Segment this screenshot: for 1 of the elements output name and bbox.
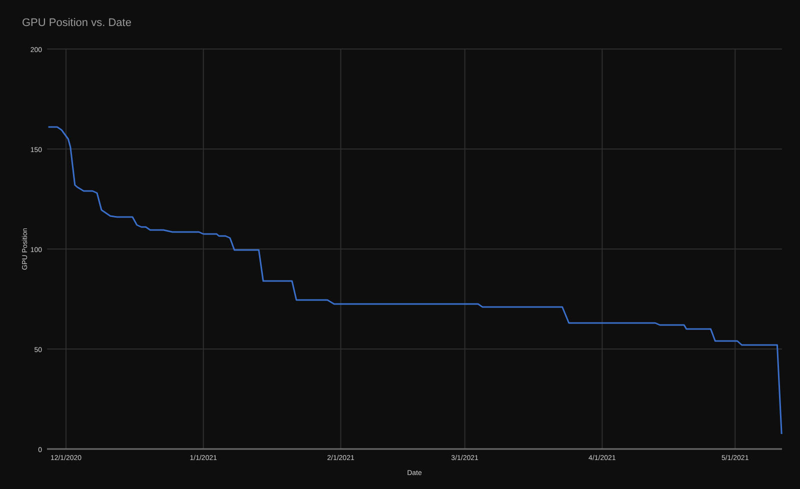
chart-title: GPU Position vs. Date (21, 16, 132, 31)
